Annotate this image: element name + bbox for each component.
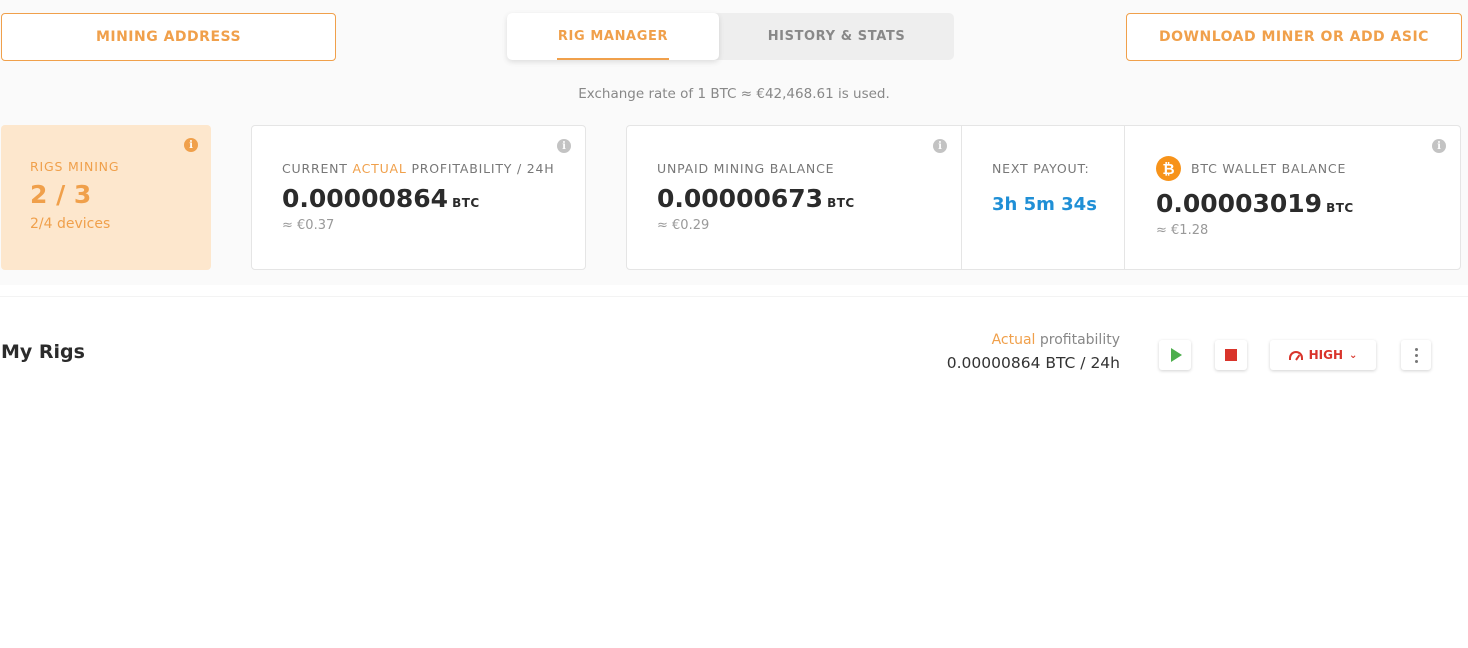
tab-history-stats[interactable]: HISTORY & STATS xyxy=(719,13,954,60)
profitability-label: CURRENT ACTUAL PROFITABILITY / 24H xyxy=(282,161,554,176)
my-rigs-title: My Rigs xyxy=(1,341,85,363)
profitability-label-accent: ACTUAL xyxy=(352,161,407,176)
profitability-info-icon[interactable]: i xyxy=(557,139,571,153)
wallet-balance-label: BTC WALLET BALANCE xyxy=(1191,161,1347,176)
play-icon xyxy=(1171,348,1182,362)
power-mode-dropdown[interactable]: HIGH ⌄ xyxy=(1270,340,1376,370)
profitability-unit: BTC xyxy=(452,196,480,210)
rigs-mining-count: 2 / 3 xyxy=(30,180,92,209)
stop-icon xyxy=(1225,349,1237,361)
active-tab-underline xyxy=(557,58,669,60)
view-tabs: RIG MANAGER HISTORY & STATS xyxy=(507,13,954,60)
tab-history-stats-label: HISTORY & STATS xyxy=(767,29,906,44)
rigs-devices-count: 2/4 devices xyxy=(30,216,111,232)
download-miner-button[interactable]: DOWNLOAD MINER OR ADD ASIC xyxy=(1126,13,1462,61)
mining-address-button[interactable]: MINING ADDRESS xyxy=(1,13,336,61)
profitability-fiat: ≈ €0.37 xyxy=(282,218,335,233)
tab-rig-manager[interactable]: RIG MANAGER xyxy=(507,13,719,60)
unpaid-balance-info-icon[interactable]: i xyxy=(933,139,947,153)
bitcoin-icon: ₿ xyxy=(1156,156,1181,181)
balance-divider-2 xyxy=(1124,126,1125,269)
start-all-rigs-button[interactable] xyxy=(1159,340,1191,370)
more-vertical-icon xyxy=(1414,347,1418,363)
wallet-balance-unit: BTC xyxy=(1326,201,1354,215)
wallet-balance-value: 0.00003019 BTC xyxy=(1156,189,1354,218)
profitability-label-prefix: CURRENT xyxy=(282,161,353,176)
wallet-balance-amount: 0.00003019 xyxy=(1156,189,1323,218)
rigs-profit-value: 0.00000864 BTC / 24h xyxy=(946,354,1120,372)
rigs-mining-label: RIGS MINING xyxy=(30,159,120,174)
power-mode-label: HIGH xyxy=(1308,348,1343,362)
rigs-profit-caption: Actual profitability xyxy=(992,332,1120,348)
balance-divider-1 xyxy=(961,126,962,269)
unpaid-balance-label: UNPAID MINING BALANCE xyxy=(657,161,835,176)
unpaid-balance-value: 0.00000673 BTC xyxy=(657,184,855,213)
wallet-balance-info-icon[interactable]: i xyxy=(1432,139,1446,153)
unpaid-balance-unit: BTC xyxy=(827,196,855,210)
more-options-button[interactable] xyxy=(1401,340,1431,370)
rigs-profit-caption-accent: Actual xyxy=(991,332,1036,348)
unpaid-balance-fiat: ≈ €0.29 xyxy=(657,218,710,233)
profitability-value: 0.00000864 BTC xyxy=(282,184,480,213)
wallet-balance-fiat: ≈ €1.28 xyxy=(1156,223,1209,238)
my-rigs-section xyxy=(0,296,1468,400)
unpaid-balance-amount: 0.00000673 xyxy=(657,184,824,213)
next-payout-label: NEXT PAYOUT: xyxy=(992,161,1090,176)
rigs-profit-caption-rest: profitability xyxy=(1035,332,1120,348)
chevron-down-icon: ⌄ xyxy=(1349,349,1358,361)
rigs-mining-info-icon[interactable]: i xyxy=(184,138,198,152)
stop-all-rigs-button[interactable] xyxy=(1215,340,1247,370)
gauge-icon xyxy=(1288,350,1303,360)
tab-rig-manager-label: RIG MANAGER xyxy=(557,29,669,44)
profitability-amount: 0.00000864 xyxy=(282,184,449,213)
profitability-label-suffix: PROFITABILITY / 24H xyxy=(406,161,555,176)
exchange-rate-text: Exchange rate of 1 BTC ≈ €42,468.61 is u… xyxy=(578,86,890,102)
next-payout-time: 3h 5m 34s xyxy=(992,194,1097,215)
